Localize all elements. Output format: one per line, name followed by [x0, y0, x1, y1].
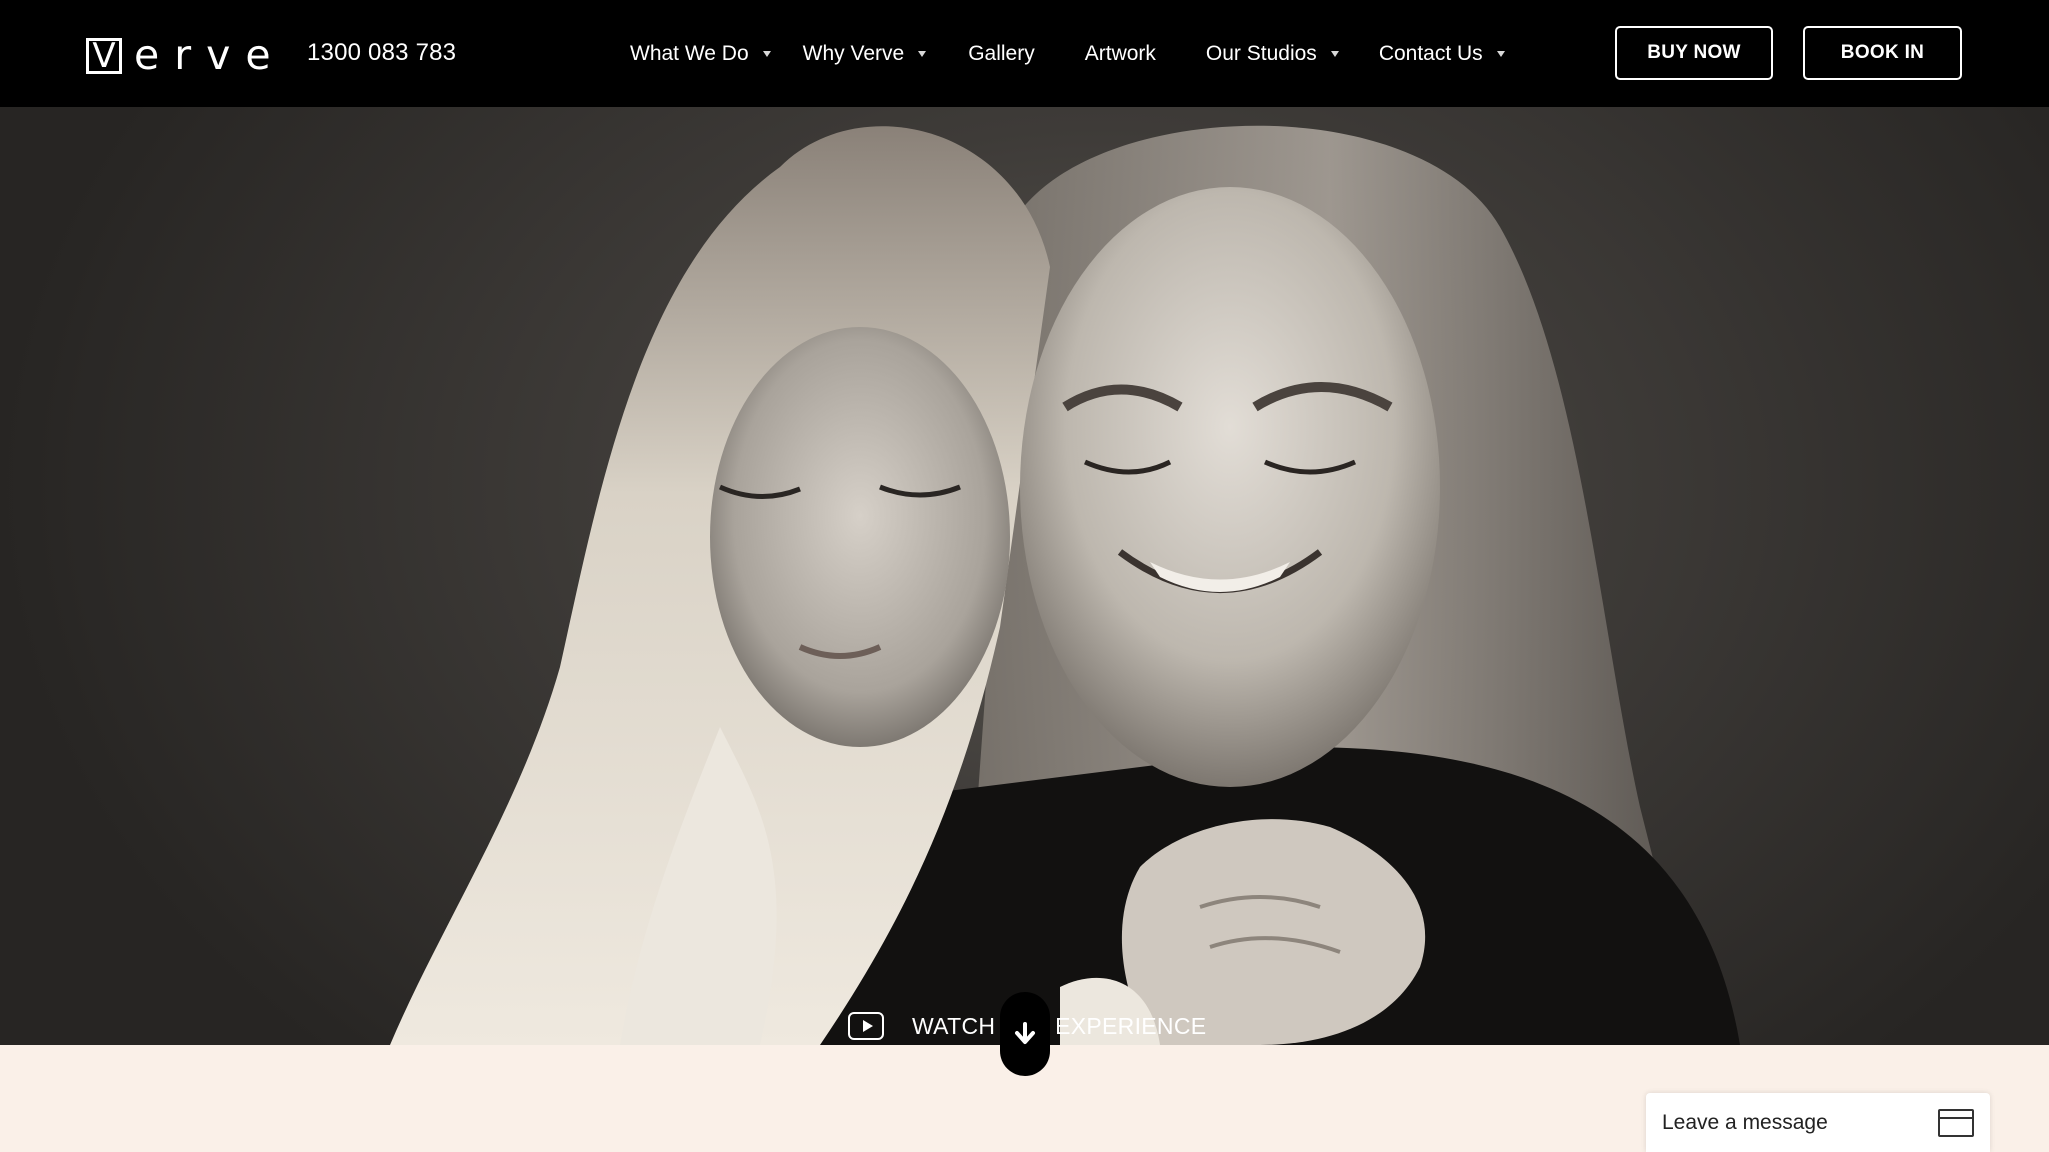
leave-message-label: Leave a message	[1662, 1110, 1828, 1134]
nav-label: Gallery	[968, 41, 1035, 65]
leave-message-widget[interactable]: Leave a message	[1646, 1093, 1990, 1152]
book-in-button[interactable]: BOOK IN	[1803, 26, 1962, 80]
nav-item-artwork[interactable]: Artwork	[1085, 42, 1156, 66]
nav-label: Contact Us	[1378, 41, 1483, 65]
nav-item-gallery[interactable]: Gallery	[968, 42, 1035, 66]
watch-experience-label: WATCH THE EXPERIENCE	[912, 1012, 1207, 1039]
nav-item-what-we-do[interactable]: What We Do	[630, 42, 771, 66]
caret-down-icon	[762, 50, 771, 57]
caret-down-icon	[1330, 50, 1339, 57]
nav-label: What We Do	[630, 41, 749, 65]
logo-text: erve	[134, 31, 286, 79]
chat-window-icon	[1938, 1108, 1974, 1137]
verve-logo[interactable]: Verve	[86, 35, 286, 76]
scroll-down-button[interactable]	[1000, 992, 1050, 1076]
main-nav: What We Do Why Verve Gallery Artwork Our…	[630, 0, 1505, 107]
nav-item-contact-us[interactable]: Contact Us	[1379, 42, 1505, 66]
hero-section: WATCH THE EXPERIENCE	[0, 107, 2049, 1045]
arrow-down-icon	[1015, 1022, 1035, 1044]
phone-number[interactable]: 1300 083 783	[307, 39, 456, 67]
hero-photo	[390, 125, 1740, 1045]
nav-item-our-studios[interactable]: Our Studios	[1206, 42, 1339, 66]
nav-label: Artwork	[1084, 41, 1156, 65]
logo-initial: V	[86, 37, 122, 74]
nav-item-why-verve[interactable]: Why Verve	[803, 42, 927, 66]
caret-down-icon	[1496, 50, 1505, 57]
caret-down-icon	[918, 50, 927, 57]
nav-label: Why Verve	[802, 41, 905, 65]
buy-now-button[interactable]: BUY NOW	[1615, 26, 1773, 80]
play-icon	[848, 1012, 884, 1040]
nav-label: Our Studios	[1205, 41, 1317, 65]
site-header: Verve 1300 083 783 What We Do Why Verve …	[0, 0, 2049, 107]
